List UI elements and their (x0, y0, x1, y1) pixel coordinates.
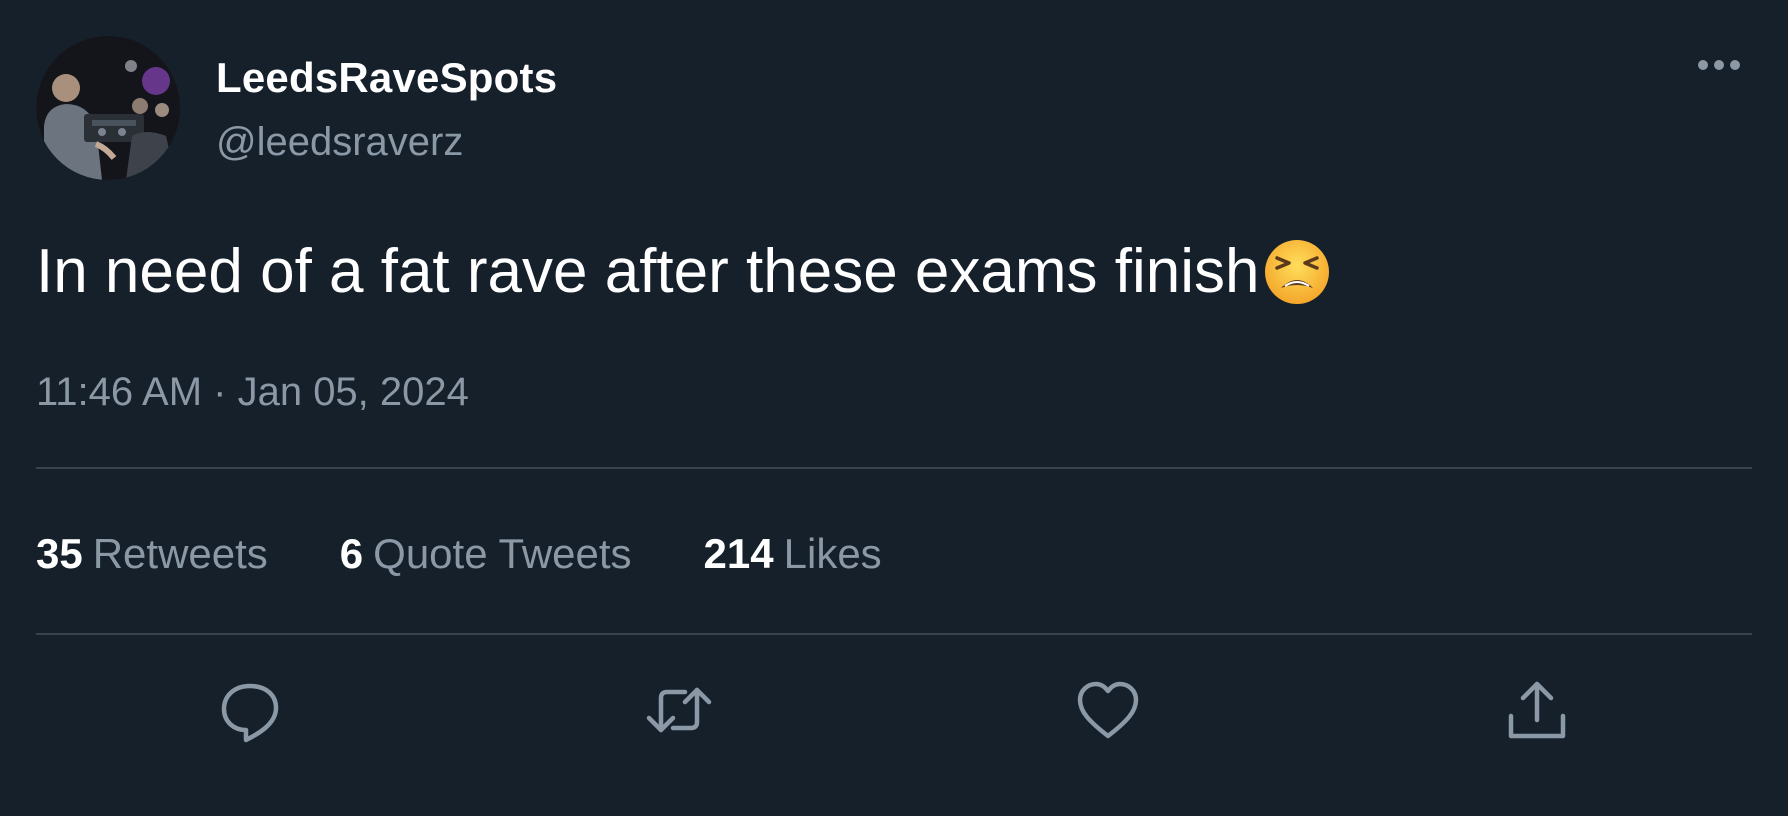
quote-tweets-stat[interactable]: 6 Quote Tweets (340, 530, 632, 578)
likes-label: Likes (783, 530, 882, 577)
like-icon[interactable] (1070, 672, 1146, 748)
reply-icon[interactable] (212, 672, 288, 748)
likes-stat[interactable]: 214 Likes (704, 530, 882, 578)
retweets-count: 35 (36, 530, 83, 577)
tweet-text-content: In need of a fat rave after these exams … (36, 237, 1260, 306)
more-options-icon[interactable] (1692, 50, 1746, 80)
tired-face-emoji-icon (1263, 238, 1331, 306)
avatar[interactable] (36, 36, 180, 180)
tweet-stats: 35 Retweets 6 Quote Tweets 214 Likes (36, 530, 954, 578)
quote-tweets-count: 6 (339, 530, 364, 577)
tweet-detail: LeedsRaveSpots @leedsraverz In need of a… (0, 0, 1788, 816)
retweets-label: Retweets (92, 530, 268, 577)
divider (36, 467, 1752, 469)
user-handle[interactable]: @leedsraverz (216, 120, 463, 165)
retweets-stat[interactable]: 35 Retweets (36, 530, 268, 578)
quote-tweets-label: Quote Tweets (373, 530, 632, 577)
share-icon[interactable] (1499, 672, 1575, 748)
likes-count: 214 (703, 530, 774, 577)
tweet-text: In need of a fat rave after these exams … (36, 236, 1331, 307)
tweet-timestamp[interactable]: 11:46 AM · Jan 05, 2024 (36, 370, 469, 415)
divider (36, 633, 1752, 635)
retweet-icon[interactable] (641, 672, 717, 748)
display-name[interactable]: LeedsRaveSpots (216, 54, 557, 102)
